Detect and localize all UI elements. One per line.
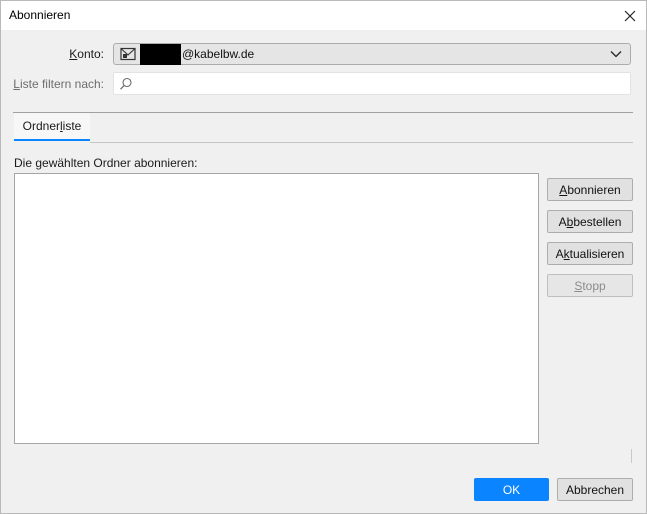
filter-field[interactable] [113, 72, 631, 95]
filter-label: Liste filtern nach: [13, 77, 104, 91]
close-button[interactable] [614, 1, 646, 30]
ok-button[interactable]: OK [474, 478, 549, 501]
chevron-down-icon [610, 51, 622, 58]
tab-folder-list[interactable]: Ordner l iste [14, 113, 90, 141]
account-select[interactable]: @kabelbw.de [113, 43, 631, 65]
folder-list[interactable] [14, 173, 539, 444]
cancel-button[interactable]: Abbrechen [557, 478, 633, 501]
window-title: Abonnieren [9, 8, 71, 22]
stop-button[interactable]: Stopp [547, 274, 633, 297]
subscribe-dialog: Abonnieren Konto: @kabelbw.de Liste filt… [0, 0, 647, 514]
close-icon [624, 10, 636, 21]
mail-account-icon [120, 47, 136, 61]
unsubscribe-button[interactable]: Ab bestellen [547, 210, 633, 233]
account-email: @kabelbw.de [182, 47, 255, 61]
subscribe-button[interactable]: Abonnieren [547, 178, 633, 201]
filter-input[interactable] [138, 75, 622, 94]
refresh-button[interactable]: Ak tualisieren [547, 242, 633, 265]
folder-list-heading: Die gewählten Ordner abonnieren: [14, 156, 198, 170]
account-label: Konto: [69, 47, 104, 61]
separator [13, 112, 633, 113]
search-icon [120, 77, 132, 90]
redacted-username [140, 44, 181, 65]
resize-grip [631, 449, 632, 463]
title-bar: Abonnieren [1, 1, 646, 30]
tab-underline [90, 142, 633, 143]
